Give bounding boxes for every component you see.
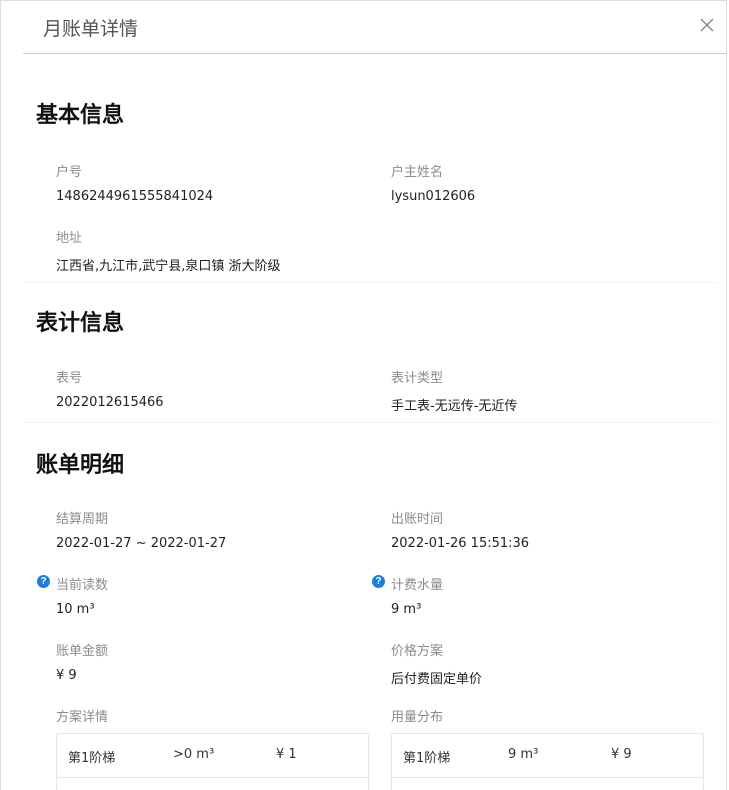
tier-volume: 9 m³ (508, 747, 539, 762)
plan-detail-label: 方案详情 (56, 710, 109, 725)
plan-detail-table: 第1阶梯 >0 m³ ¥ 1 (56, 733, 369, 790)
bill-detail-title: 账单明细 (36, 453, 125, 478)
issue-time-value: 2022-01-26 15:51:36 (391, 536, 530, 551)
meter-no-value: 2022012615466 (56, 395, 164, 410)
meter-type-label: 表计类型 (391, 371, 444, 386)
current-reading-value: 10 m³ (56, 602, 95, 617)
amount-label: 账单金额 (56, 644, 109, 659)
close-icon (700, 18, 714, 32)
section-divider (25, 422, 716, 423)
tier-amount: ¥ 9 (611, 747, 632, 762)
tier-name: 第1阶梯 (68, 751, 116, 766)
billed-volume-label: 计费水量 (391, 578, 444, 593)
question-circle-icon[interactable]: ? (372, 575, 385, 588)
close-button[interactable] (698, 16, 716, 34)
address-value: 江西省,九江市,武宁县,泉口镇 浙大阶级 (56, 259, 281, 274)
owner-name-value: lysun012606 (391, 189, 476, 204)
basic-info-title: 基本信息 (36, 103, 125, 128)
bill-detail-modal: 月账单详情 基本信息 户号 1486244961555841024 户主姓名 l… (0, 0, 727, 790)
owner-name-label: 户主姓名 (391, 165, 444, 180)
modal-header: 月账单详情 (23, 1, 726, 54)
issue-time-label: 出账时间 (391, 512, 444, 527)
section-divider (25, 282, 716, 283)
usage-dist-table: 第1阶梯 9 m³ ¥ 9 (391, 733, 704, 790)
price-plan-value: 后付费固定单价 (391, 672, 483, 687)
meter-type-value: 手工表-无远传-无近传 (391, 399, 518, 414)
period-label: 结算周期 (56, 512, 109, 527)
current-reading-label: 当前读数 (56, 578, 109, 593)
meter-no-label: 表号 (56, 371, 83, 386)
table-row: 第1阶梯 9 m³ ¥ 9 (392, 734, 703, 778)
tier-price: ¥ 1 (276, 747, 297, 762)
question-circle-icon[interactable]: ? (37, 575, 50, 588)
price-plan-label: 价格方案 (391, 644, 444, 659)
billed-volume-value: 9 m³ (391, 602, 422, 617)
modal-title: 月账单详情 (43, 18, 139, 40)
tier-name: 第1阶梯 (403, 751, 451, 766)
period-value: 2022-01-27 ~ 2022-01-27 (56, 536, 227, 551)
amount-value: ¥ 9 (56, 668, 77, 683)
account-no-label: 户号 (56, 165, 83, 180)
address-label: 地址 (56, 231, 83, 246)
tier-range: >0 m³ (173, 747, 215, 762)
usage-dist-label: 用量分布 (391, 710, 444, 725)
meter-info-title: 表计信息 (36, 311, 125, 336)
table-row: 第1阶梯 >0 m³ ¥ 1 (57, 734, 368, 778)
account-no-value: 1486244961555841024 (56, 189, 214, 204)
